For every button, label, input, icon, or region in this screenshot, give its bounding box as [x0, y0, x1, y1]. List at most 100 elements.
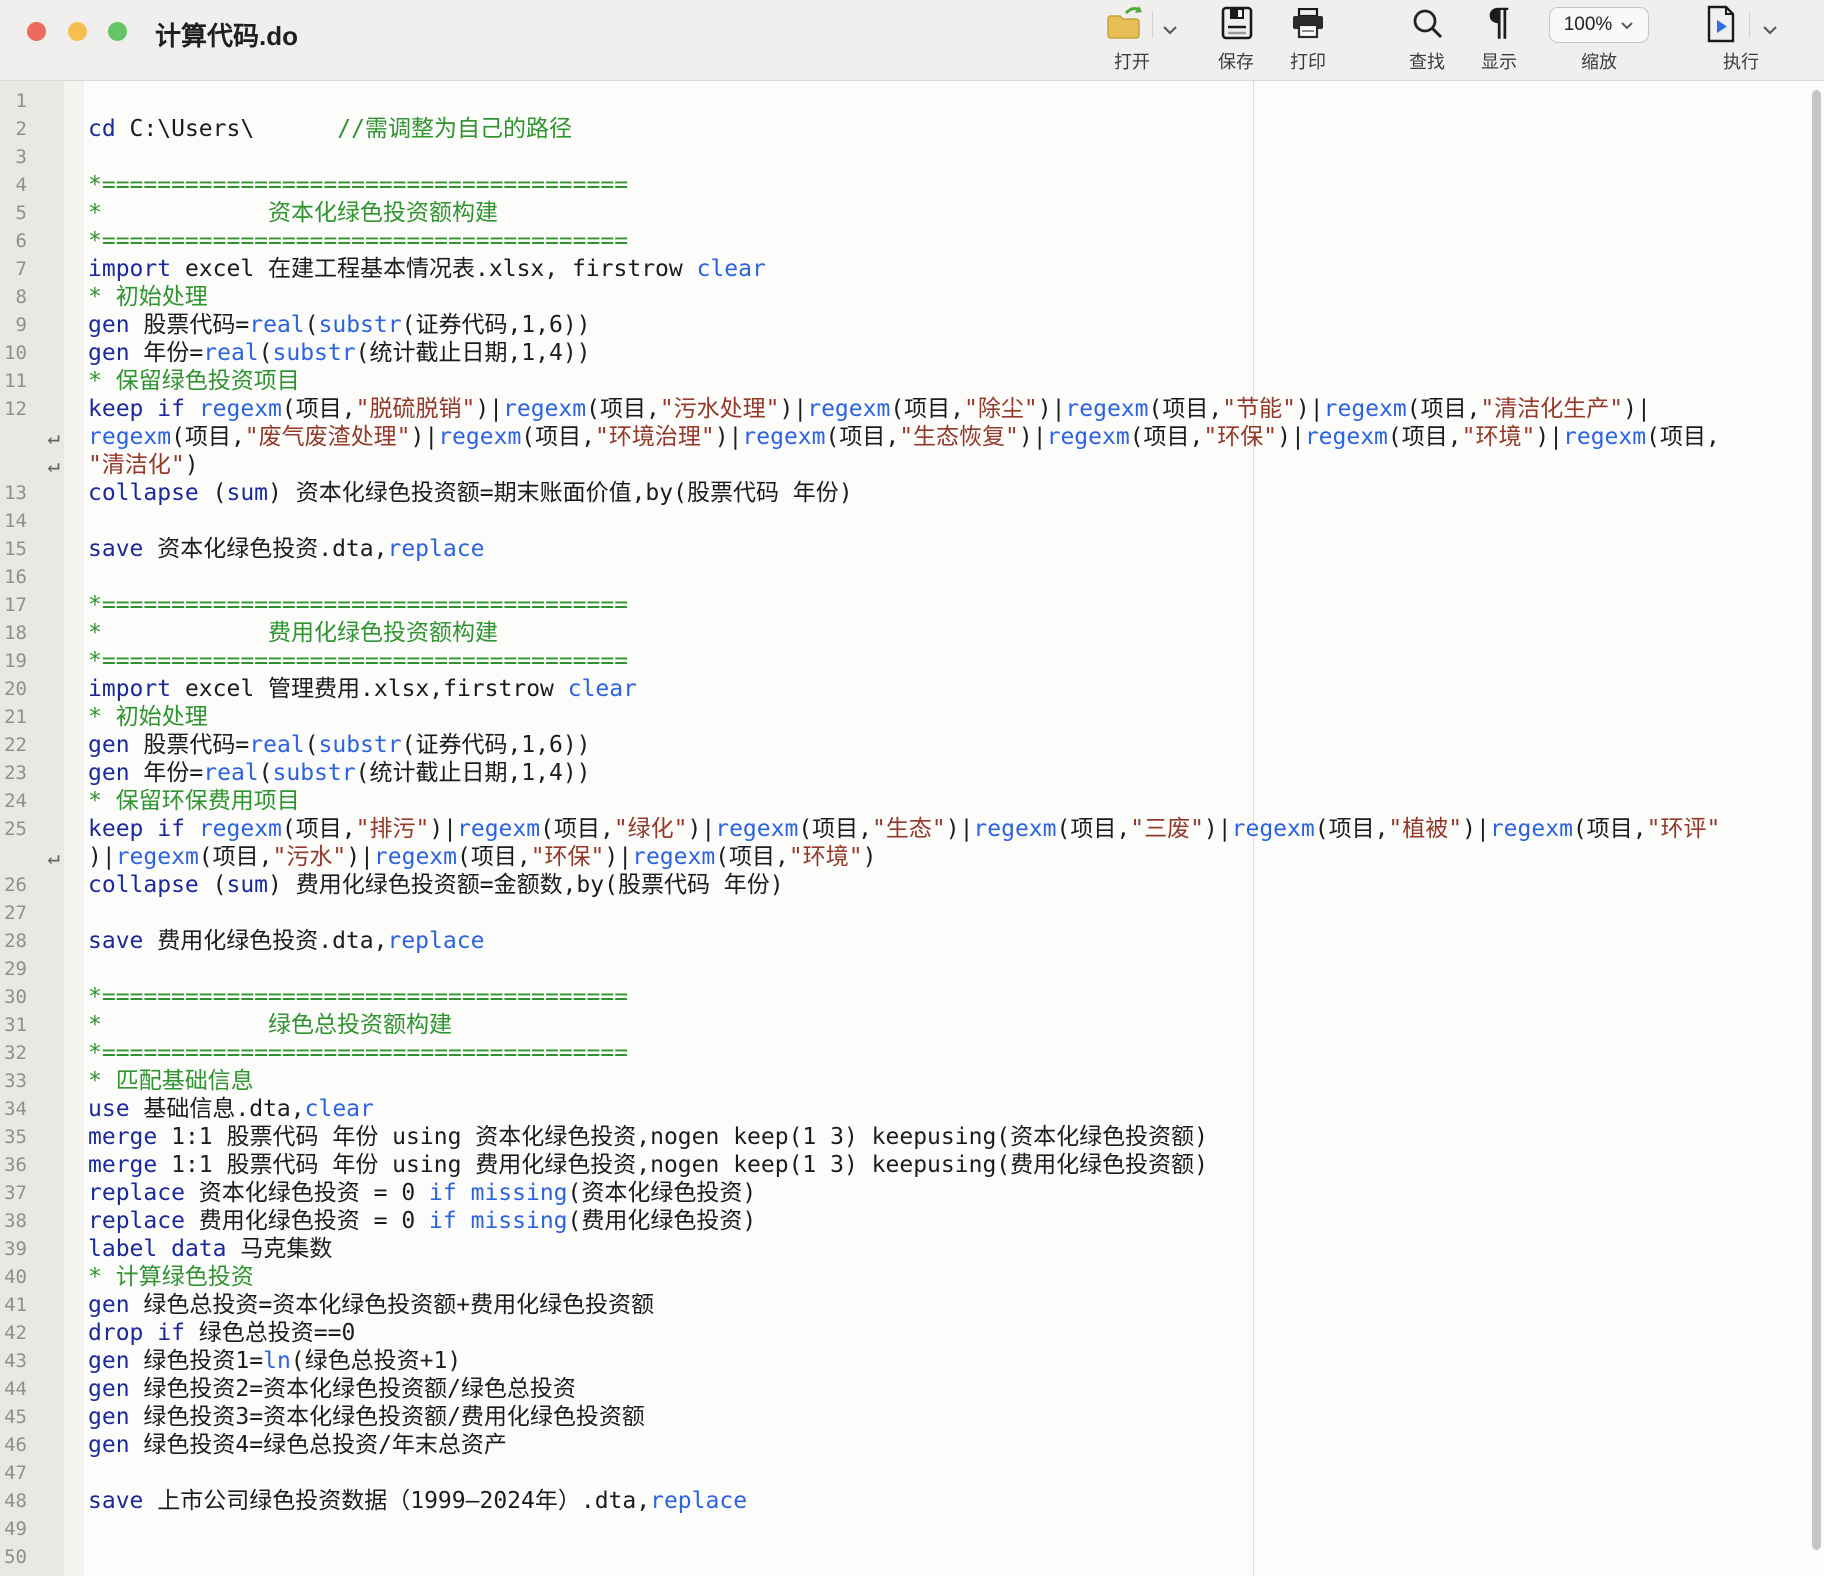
line-number: 21 [0, 703, 64, 731]
open-folder-icon[interactable] [1104, 6, 1144, 49]
code-text: *====================================== [64, 1039, 628, 1067]
code-text: *====================================== [64, 227, 628, 255]
code-row[interactable]: 9gen 股票代码=real(substr(证券代码,1,6)) [0, 311, 1824, 339]
code-row[interactable]: 28save 费用化绿色投资.dta,replace [0, 927, 1824, 955]
search-icon[interactable] [1411, 7, 1445, 46]
line-number: 6 [0, 227, 64, 255]
code-text: gen 股票代码=real(substr(证券代码,1,6)) [64, 731, 591, 759]
code-row[interactable]: ↵)|regexm(项目,"污水")|regexm(项目,"环保")|regex… [0, 843, 1824, 871]
line-number: 44 [0, 1375, 64, 1403]
code-row[interactable]: 20import excel 管理费用.xlsx,firstrow clear [0, 675, 1824, 703]
code-text: * 保留环保费用项目 [64, 787, 300, 815]
code-row[interactable]: 1 [0, 87, 1824, 115]
code-row[interactable]: 40* 计算绿色投资 [0, 1263, 1824, 1291]
code-row[interactable]: 48save 上市公司绿色投资数据（1999–2024年）.dta,replac… [0, 1487, 1824, 1515]
line-number: 18 [0, 619, 64, 647]
code-row[interactable]: 49 [0, 1515, 1824, 1543]
toolbar: 计算代码.do 打开 保存 打印 [0, 0, 1824, 81]
toolbar-divider [1152, 12, 1153, 38]
code-row[interactable]: 10gen 年份=real(substr(统计截止日期,1,4)) [0, 339, 1824, 367]
code-row[interactable]: ↵"清洁化") [0, 451, 1824, 479]
code-row[interactable]: 6*====================================== [0, 227, 1824, 255]
minimize-button[interactable] [68, 22, 87, 41]
save-button-label[interactable]: 保存 [1196, 48, 1276, 74]
code-row[interactable]: 33* 匹配基础信息 [0, 1067, 1824, 1095]
code-row[interactable]: 47 [0, 1459, 1824, 1487]
code-row[interactable]: 11* 保留绿色投资项目 [0, 367, 1824, 395]
code-row[interactable]: ↵regexm(项目,"废气废渣处理")|regexm(项目,"环境治理")|r… [0, 423, 1824, 451]
run-do-icon[interactable] [1706, 5, 1736, 48]
code-row[interactable]: 37replace 资本化绿色投资 = 0 if missing(资本化绿色投资… [0, 1179, 1824, 1207]
code-row[interactable]: 29 [0, 955, 1824, 983]
run-dropdown-chevron-icon[interactable] [1762, 22, 1778, 40]
code-row[interactable]: 3 [0, 143, 1824, 171]
code-row[interactable]: 35merge 1:1 股票代码 年份 using 资本化绿色投资,nogen … [0, 1123, 1824, 1151]
line-number: 5 [0, 199, 64, 227]
code-row[interactable]: 31* 绿色总投资额构建 [0, 1011, 1824, 1039]
code-row[interactable]: 25keep if regexm(项目,"排污")|regexm(项目,"绿化"… [0, 815, 1824, 843]
code-row[interactable]: 17*=====================================… [0, 591, 1824, 619]
code-row[interactable]: 44gen 绿色投资2=资本化绿色投资额/绿色总投资 [0, 1375, 1824, 1403]
code-row[interactable]: 45gen 绿色投资3=资本化绿色投资额/费用化绿色投资额 [0, 1403, 1824, 1431]
code-row[interactable]: 22gen 股票代码=real(substr(证券代码,1,6)) [0, 731, 1824, 759]
code-row[interactable]: 13collapse (sum) 资本化绿色投资额=期末账面价值,by(股票代码… [0, 479, 1824, 507]
print-icon[interactable] [1290, 8, 1326, 45]
code-rows: 12cd C:\Users\ //需调整为自己的路径34*===========… [0, 87, 1824, 1571]
code-row[interactable]: 32*=====================================… [0, 1039, 1824, 1067]
code-row[interactable]: 5* 资本化绿色投资额构建 [0, 199, 1824, 227]
code-text [64, 1515, 88, 1543]
code-row[interactable]: 34use 基础信息.dta,clear [0, 1095, 1824, 1123]
line-number: 42 [0, 1319, 64, 1347]
code-row[interactable]: 18* 费用化绿色投资额构建 [0, 619, 1824, 647]
code-row[interactable]: 24* 保留环保费用项目 [0, 787, 1824, 815]
close-button[interactable] [27, 22, 46, 41]
code-row[interactable]: 39label data 马克集数 [0, 1235, 1824, 1263]
code-row[interactable]: 14 [0, 507, 1824, 535]
print-button-label[interactable]: 打印 [1268, 48, 1348, 74]
code-row[interactable]: 19*=====================================… [0, 647, 1824, 675]
line-number: 17 [0, 591, 64, 619]
code-text: use 基础信息.dta,clear [64, 1095, 374, 1123]
code-row[interactable]: 41gen 绿色总投资=资本化绿色投资额+费用化绿色投资额 [0, 1291, 1824, 1319]
code-row[interactable]: 7import excel 在建工程基本情况表.xlsx, firstrow c… [0, 255, 1824, 283]
code-text: keep if regexm(项目,"脱硫脱销")|regexm(项目,"污水处… [64, 395, 1651, 423]
zoom-level-select[interactable]: 100% [1549, 7, 1649, 43]
code-row[interactable]: 2cd C:\Users\ //需调整为自己的路径 [0, 115, 1824, 143]
open-button-label[interactable]: 打开 [1092, 48, 1172, 74]
code-row[interactable]: 46gen 绿色投资4=绿色总投资/年末总资产 [0, 1431, 1824, 1459]
code-row[interactable]: 26collapse (sum) 费用化绿色投资额=金额数,by(股票代码 年份… [0, 871, 1824, 899]
code-row[interactable]: 50 [0, 1543, 1824, 1571]
code-row[interactable]: 27 [0, 899, 1824, 927]
code-text: * 绿色总投资额构建 [64, 1011, 452, 1039]
code-row[interactable]: 12keep if regexm(项目,"脱硫脱销")|regexm(项目,"污… [0, 395, 1824, 423]
code-text [64, 955, 88, 983]
save-icon[interactable] [1221, 6, 1253, 45]
code-row[interactable]: 36merge 1:1 股票代码 年份 using 费用化绿色投资,nogen … [0, 1151, 1824, 1179]
code-row[interactable]: 15save 资本化绿色投资.dta,replace [0, 535, 1824, 563]
line-number: 9 [0, 311, 64, 339]
code-row[interactable]: 8* 初始处理 [0, 283, 1824, 311]
run-button-label[interactable]: 执行 [1701, 48, 1781, 74]
line-number: 20 [0, 675, 64, 703]
code-text: replace 费用化绿色投资 = 0 if missing(费用化绿色投资) [64, 1207, 756, 1235]
vertical-scrollbar[interactable] [1812, 90, 1821, 1550]
find-button-label[interactable]: 查找 [1387, 48, 1467, 74]
zoom-button-label[interactable]: 缩放 [1559, 48, 1639, 74]
code-row[interactable]: 16 [0, 563, 1824, 591]
line-number: 26 [0, 871, 64, 899]
code-text: *====================================== [64, 171, 628, 199]
code-row[interactable]: 21* 初始处理 [0, 703, 1824, 731]
code-row[interactable]: 4*====================================== [0, 171, 1824, 199]
show-button-label[interactable]: 显示 [1459, 48, 1539, 74]
code-row[interactable]: 38replace 费用化绿色投资 = 0 if missing(费用化绿色投资… [0, 1207, 1824, 1235]
code-row[interactable]: 42drop if 绿色总投资==0 [0, 1319, 1824, 1347]
do-file-editor[interactable]: 12cd C:\Users\ //需调整为自己的路径34*===========… [0, 80, 1824, 1576]
code-row[interactable]: 30*=====================================… [0, 983, 1824, 1011]
code-row[interactable]: 43gen 绿色投资1=ln(绿色总投资+1) [0, 1347, 1824, 1375]
maximize-button[interactable] [108, 22, 127, 41]
code-row[interactable]: 23gen 年份=real(substr(统计截止日期,1,4)) [0, 759, 1824, 787]
line-number: 28 [0, 927, 64, 955]
open-dropdown-chevron-icon[interactable] [1162, 22, 1178, 40]
pilcrow-icon[interactable]: ¶ [1487, 4, 1511, 41]
line-number: 30 [0, 983, 64, 1011]
